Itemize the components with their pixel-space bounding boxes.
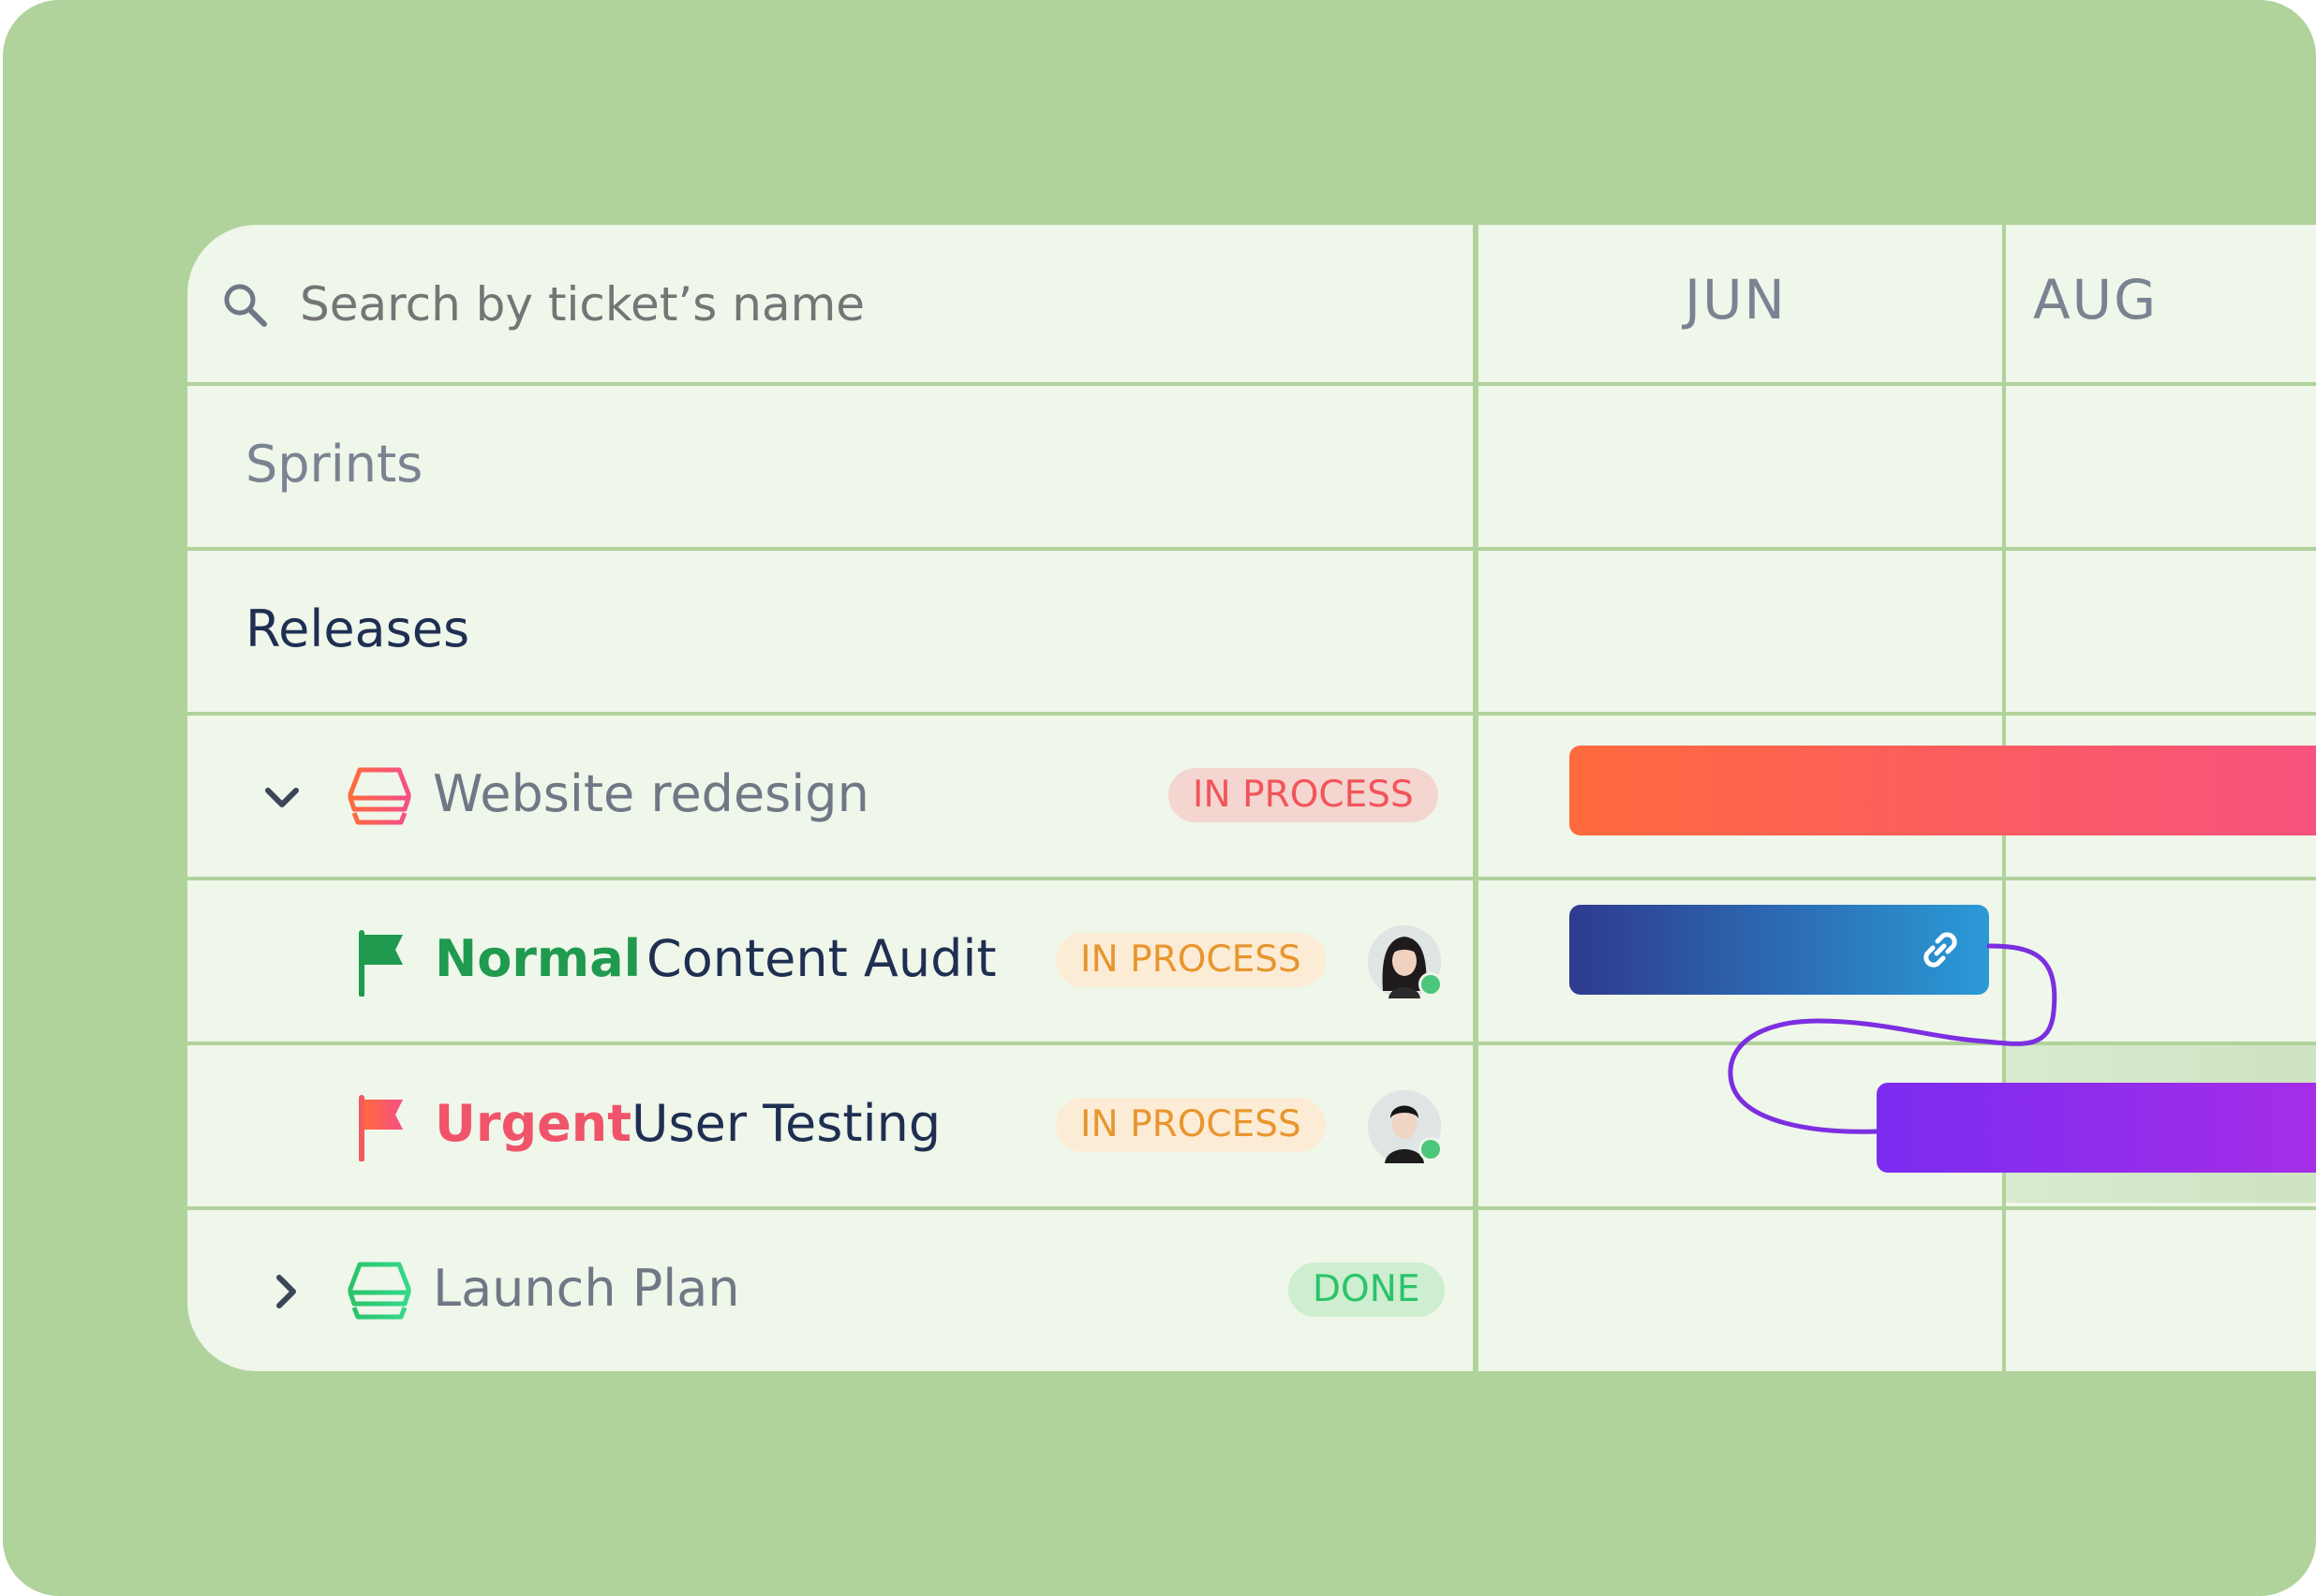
task-title: User Testing [631, 1094, 942, 1153]
flag-icon [359, 930, 403, 997]
release-row-launch-plan[interactable]: Launch Plan DONE [187, 1210, 1473, 1371]
layers-icon [348, 1262, 411, 1320]
status-badge: IN PROCESS [1168, 768, 1438, 822]
grid-line [187, 547, 2316, 551]
avatar-woman[interactable] [1368, 925, 1443, 998]
grid-line [187, 382, 2316, 386]
roadmap-panel: JUN AUG Sprints Releases Website redesig… [187, 225, 2316, 1371]
online-indicator [1418, 1137, 1443, 1161]
chevron-down-icon[interactable] [260, 776, 304, 819]
priority-label: Normal [435, 929, 642, 988]
column-divider [1473, 225, 1478, 1371]
online-indicator [1418, 972, 1443, 997]
release-row-website-redesign[interactable]: Website redesign IN PROCESS [187, 716, 1473, 877]
app-background: JUN AUG Sprints Releases Website redesig… [3, 0, 2316, 1596]
month-aug: AUG [2033, 268, 2159, 332]
search-bar[interactable] [187, 225, 1473, 382]
layers-icon [348, 767, 411, 825]
release-title: Website redesign [433, 764, 869, 823]
release-title: Launch Plan [433, 1259, 740, 1318]
month-jun: JUN [1685, 268, 1787, 332]
avatar-man[interactable] [1368, 1090, 1443, 1163]
status-badge: IN PROCESS [1056, 1098, 1326, 1152]
task-row-content-audit[interactable]: Normal Content Audit IN PROCESS [187, 880, 1473, 1042]
section-releases[interactable]: Releases [245, 599, 469, 658]
search-icon [224, 284, 267, 327]
task-title: Content Audit [646, 929, 997, 988]
chevron-right-icon[interactable] [264, 1270, 307, 1313]
dependency-connector [1728, 943, 2057, 1134]
flag-icon [359, 1095, 403, 1161]
priority-label: Urgent [435, 1094, 632, 1153]
search-input[interactable] [298, 270, 1332, 339]
task-row-user-testing[interactable]: Urgent User Testing IN PROCESS [187, 1045, 1473, 1206]
status-badge: DONE [1288, 1263, 1445, 1317]
status-badge: IN PROCESS [1056, 933, 1326, 987]
timeline-bar-website-redesign[interactable] [1569, 746, 2316, 835]
section-sprints[interactable]: Sprints [245, 435, 423, 494]
